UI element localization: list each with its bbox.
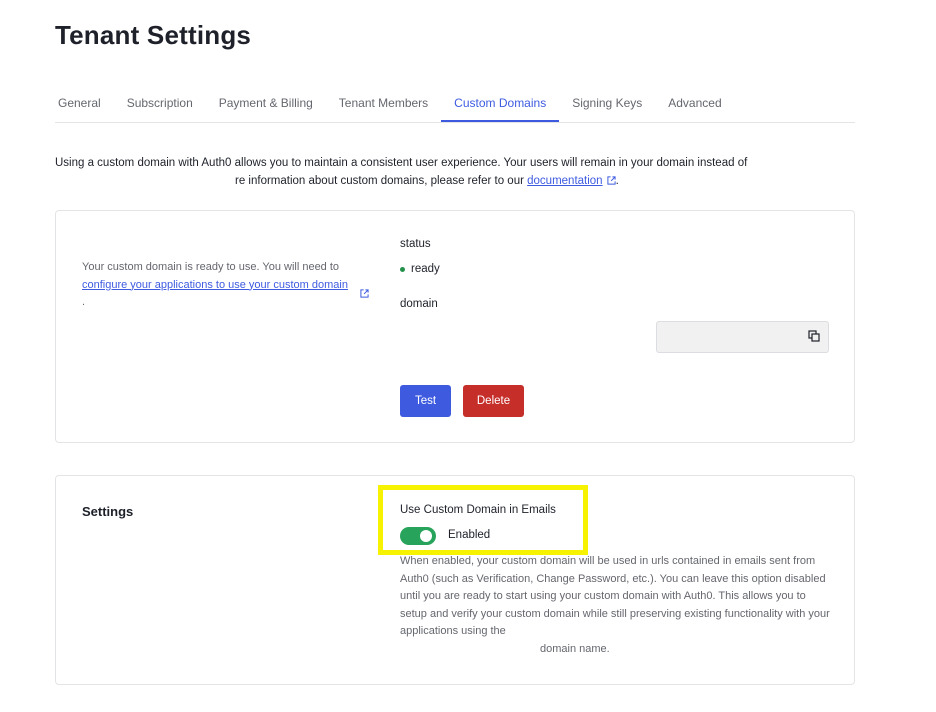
tab-custom-domains[interactable]: Custom Domains [441, 86, 560, 122]
domain-field[interactable] [656, 321, 829, 353]
toggle-state-label: Enabled [448, 529, 491, 541]
custom-domain-emails-help: When enabled, your custom domain will be… [400, 555, 830, 655]
domain-ready-note: Your custom domain is ready to use. You … [82, 261, 348, 308]
tab-payment-billing[interactable]: Payment & Billing [206, 86, 326, 122]
page-title: Tenant Settings [55, 20, 252, 50]
domain-label: domain [400, 298, 438, 310]
custom-domain-emails-label: Use Custom Domain in Emails [400, 504, 556, 516]
tab-signing-keys[interactable]: Signing Keys [559, 86, 655, 122]
status-label: status [400, 238, 431, 250]
tab-advanced[interactable]: Advanced [655, 86, 734, 122]
status-dot-icon [400, 266, 405, 272]
tab-general[interactable]: General [55, 86, 114, 122]
intro-line-2: re information about custom domains, ple… [235, 175, 619, 187]
test-button[interactable]: Test [400, 385, 451, 417]
tab-subscription[interactable]: Subscription [114, 86, 206, 122]
settings-card: Settings Use Custom Domain in Emails Ena… [55, 475, 855, 685]
settings-title: Settings [82, 504, 134, 519]
external-link-icon[interactable] [606, 176, 616, 185]
copy-icon[interactable] [808, 330, 820, 342]
intro-line-1: Using a custom domain with Auth0 allows … [55, 157, 748, 169]
tab-tenant-members[interactable]: Tenant Members [326, 86, 441, 122]
external-link-icon[interactable] [360, 289, 369, 298]
custom-domain-card: Your custom domain is ready to use. You … [55, 210, 855, 443]
intro-text: Using a custom domain with Auth0 allows … [55, 154, 795, 190]
delete-button[interactable]: Delete [463, 385, 524, 417]
documentation-link[interactable]: documentation [527, 175, 602, 187]
status-value: ready [400, 263, 440, 275]
toggle-knob [420, 530, 432, 542]
custom-domain-emails-toggle[interactable] [400, 527, 436, 545]
tab-bar: General Subscription Payment & Billing T… [55, 86, 855, 123]
configure-applications-link[interactable]: configure your applications to use your … [82, 279, 348, 291]
